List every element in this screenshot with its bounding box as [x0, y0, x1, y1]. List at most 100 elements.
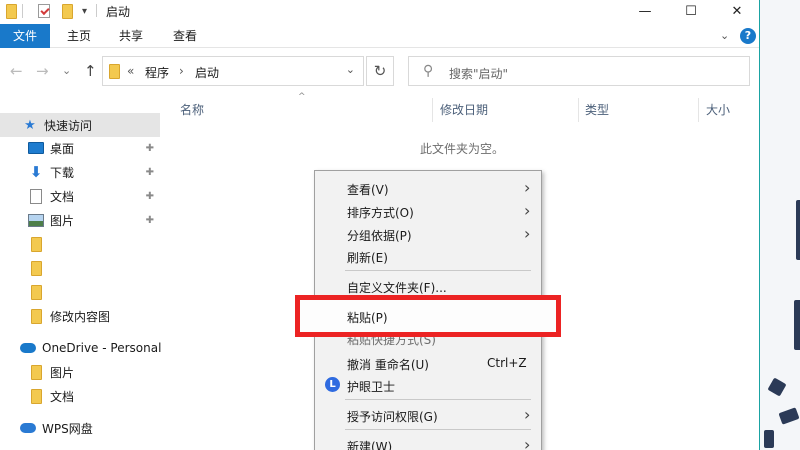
- menu-item-sort-by[interactable]: 排序方式(O) ›: [316, 199, 540, 222]
- tab-share[interactable]: 共享: [108, 24, 154, 48]
- sidebar-item-label: 文档: [50, 189, 75, 204]
- pictures-icon: [28, 212, 44, 228]
- desktop-wallpaper-fragment: [767, 377, 787, 397]
- desktop-background: [760, 0, 800, 450]
- pin-icon[interactable]: ✚: [146, 191, 154, 202]
- minimize-button[interactable]: —: [622, 0, 668, 22]
- new-folder-icon[interactable]: [62, 3, 73, 19]
- breadcrumb-startup[interactable]: 启动: [195, 64, 219, 81]
- folder-icon: [109, 64, 120, 79]
- sidebar-item-label: WPS网盘: [42, 421, 93, 436]
- properties-check-icon[interactable]: [38, 3, 50, 19]
- search-input[interactable]: ⚲ 搜索"启动": [408, 56, 750, 86]
- sidebar-item-label: 下载: [50, 165, 75, 180]
- folder-icon: [28, 260, 44, 276]
- column-divider[interactable]: [432, 98, 433, 122]
- tab-view[interactable]: 查看: [162, 24, 208, 48]
- menu-item-group-by[interactable]: 分组依据(P) ›: [316, 222, 540, 245]
- pin-icon[interactable]: ✚: [146, 215, 154, 226]
- breadcrumb-separator: ›: [179, 64, 184, 78]
- wps-cloud-icon: [20, 420, 36, 436]
- sidebar-item-label: 文档: [50, 389, 75, 404]
- desktop-icon: [28, 140, 44, 156]
- sidebar-item-folder[interactable]: [0, 256, 160, 280]
- menu-item-give-access[interactable]: 授予访问权限(G) ›: [316, 403, 540, 426]
- submenu-arrow-icon: ›: [524, 201, 531, 220]
- close-button[interactable]: ✕: [714, 0, 759, 22]
- help-icon[interactable]: ?: [740, 28, 756, 44]
- recent-locations-icon[interactable]: ⌄: [62, 64, 71, 77]
- file-explorer-window: ▾ 启动 — ☐ ✕ 文件 主页 共享 查看 ⌄ ? ← → ⌄ ↑ « 程序 …: [0, 0, 760, 450]
- back-arrow-icon[interactable]: ←: [10, 62, 23, 80]
- forward-arrow-icon[interactable]: →: [36, 62, 49, 80]
- menu-item-refresh[interactable]: 刷新(E): [316, 244, 540, 267]
- sidebar-item-onedrive[interactable]: OneDrive - Personal: [0, 336, 162, 360]
- menu-item-new[interactable]: 新建(W) ›: [316, 433, 540, 450]
- sidebar-item-onedrive-pictures[interactable]: 图片: [0, 360, 160, 384]
- address-dropdown-icon[interactable]: ⌄: [346, 63, 355, 76]
- sidebar-item-pictures[interactable]: 图片 ✚: [0, 208, 160, 232]
- column-divider[interactable]: [698, 98, 699, 122]
- window-title: 启动: [106, 5, 131, 19]
- desktop-wallpaper-fragment: [794, 300, 800, 350]
- title-divider: [96, 4, 97, 17]
- breadcrumb-overflow[interactable]: «: [127, 64, 134, 78]
- desktop-wallpaper-fragment: [796, 200, 800, 260]
- menu-item-paste[interactable]: 粘贴(P): [295, 295, 561, 337]
- refresh-button[interactable]: ↻: [366, 56, 394, 86]
- tab-home[interactable]: 主页: [56, 24, 102, 48]
- quick-access-dropdown[interactable]: ▾: [82, 3, 87, 19]
- sidebar-item-label: 桌面: [50, 141, 75, 156]
- sidebar-item-folder[interactable]: [0, 232, 160, 256]
- breadcrumb-programs[interactable]: 程序: [145, 64, 169, 81]
- submenu-arrow-icon: ›: [524, 435, 531, 450]
- sidebar-item-label: 图片: [50, 213, 75, 228]
- sidebar-item-label: 快速访问: [44, 118, 93, 133]
- toolbar-divider: [22, 4, 23, 18]
- folder-icon: [6, 3, 17, 19]
- address-bar[interactable]: « 程序 › 启动 ⌄: [102, 56, 364, 86]
- sidebar-item-desktop[interactable]: 桌面 ✚: [0, 136, 160, 160]
- sort-indicator-icon: ^: [298, 92, 306, 102]
- sidebar-item-documents[interactable]: 文档 ✚: [0, 184, 160, 208]
- menu-item-customize-folder[interactable]: 自定义文件夹(F)...: [316, 274, 540, 297]
- navigation-pane: ★ 快速访问 桌面 ✚ ⬇ 下载 ✚ 文档 ✚ 图片 ✚ 修改内容图 OneDr…: [0, 96, 162, 450]
- submenu-arrow-icon: ›: [524, 405, 531, 424]
- ribbon-tabs: 文件 主页 共享 查看 ⌄ ?: [0, 24, 759, 48]
- submenu-arrow-icon: ›: [524, 224, 531, 243]
- sidebar-item-label: OneDrive - Personal: [42, 341, 162, 355]
- pin-icon[interactable]: ✚: [146, 143, 154, 154]
- menu-item-eye-guard[interactable]: L 护眼卫士: [316, 373, 540, 396]
- onedrive-icon: [20, 340, 36, 356]
- column-header-size[interactable]: 大小: [706, 96, 730, 124]
- sidebar-item-folder[interactable]: [0, 280, 160, 304]
- pin-icon[interactable]: ✚: [146, 167, 154, 178]
- column-header-name[interactable]: 名称: [180, 96, 204, 124]
- menu-item-label: 刷新(E): [347, 251, 388, 265]
- menu-item-view[interactable]: 查看(V) ›: [316, 176, 540, 199]
- menu-item-label: 粘贴(P): [347, 311, 388, 325]
- maximize-button[interactable]: ☐: [668, 0, 714, 22]
- menu-item-label: 查看(V): [347, 183, 389, 197]
- up-arrow-icon[interactable]: ↑: [84, 62, 97, 80]
- menu-item-shortcut: Ctrl+Z: [487, 356, 527, 370]
- sidebar-item-wps-cloud[interactable]: WPS网盘: [0, 416, 160, 440]
- desktop-wallpaper-fragment: [778, 407, 800, 425]
- column-divider[interactable]: [578, 98, 579, 122]
- sidebar-item-label: 图片: [50, 365, 75, 380]
- title-bar: ▾ 启动 — ☐ ✕: [0, 0, 759, 22]
- sidebar-item-quick-access[interactable]: ★ 快速访问: [0, 113, 160, 137]
- folder-icon: [28, 364, 44, 380]
- menu-item-undo-rename[interactable]: 撤消 重命名(U) Ctrl+Z: [316, 351, 540, 374]
- ribbon-expand-icon[interactable]: ⌄: [720, 29, 729, 42]
- menu-item-label: 新建(W): [347, 440, 393, 450]
- column-header-modified[interactable]: 修改日期: [440, 96, 488, 124]
- sidebar-item-downloads[interactable]: ⬇ 下载 ✚: [0, 160, 160, 184]
- tab-file[interactable]: 文件: [0, 24, 50, 48]
- column-header-type[interactable]: 类型: [585, 96, 609, 124]
- empty-folder-message: 此文件夹为空。: [420, 142, 505, 156]
- sidebar-item-onedrive-documents[interactable]: 文档: [0, 384, 160, 408]
- sidebar-item-modified-images[interactable]: 修改内容图: [0, 304, 160, 328]
- folder-icon: [28, 388, 44, 404]
- menu-item-label: 护眼卫士: [347, 380, 396, 394]
